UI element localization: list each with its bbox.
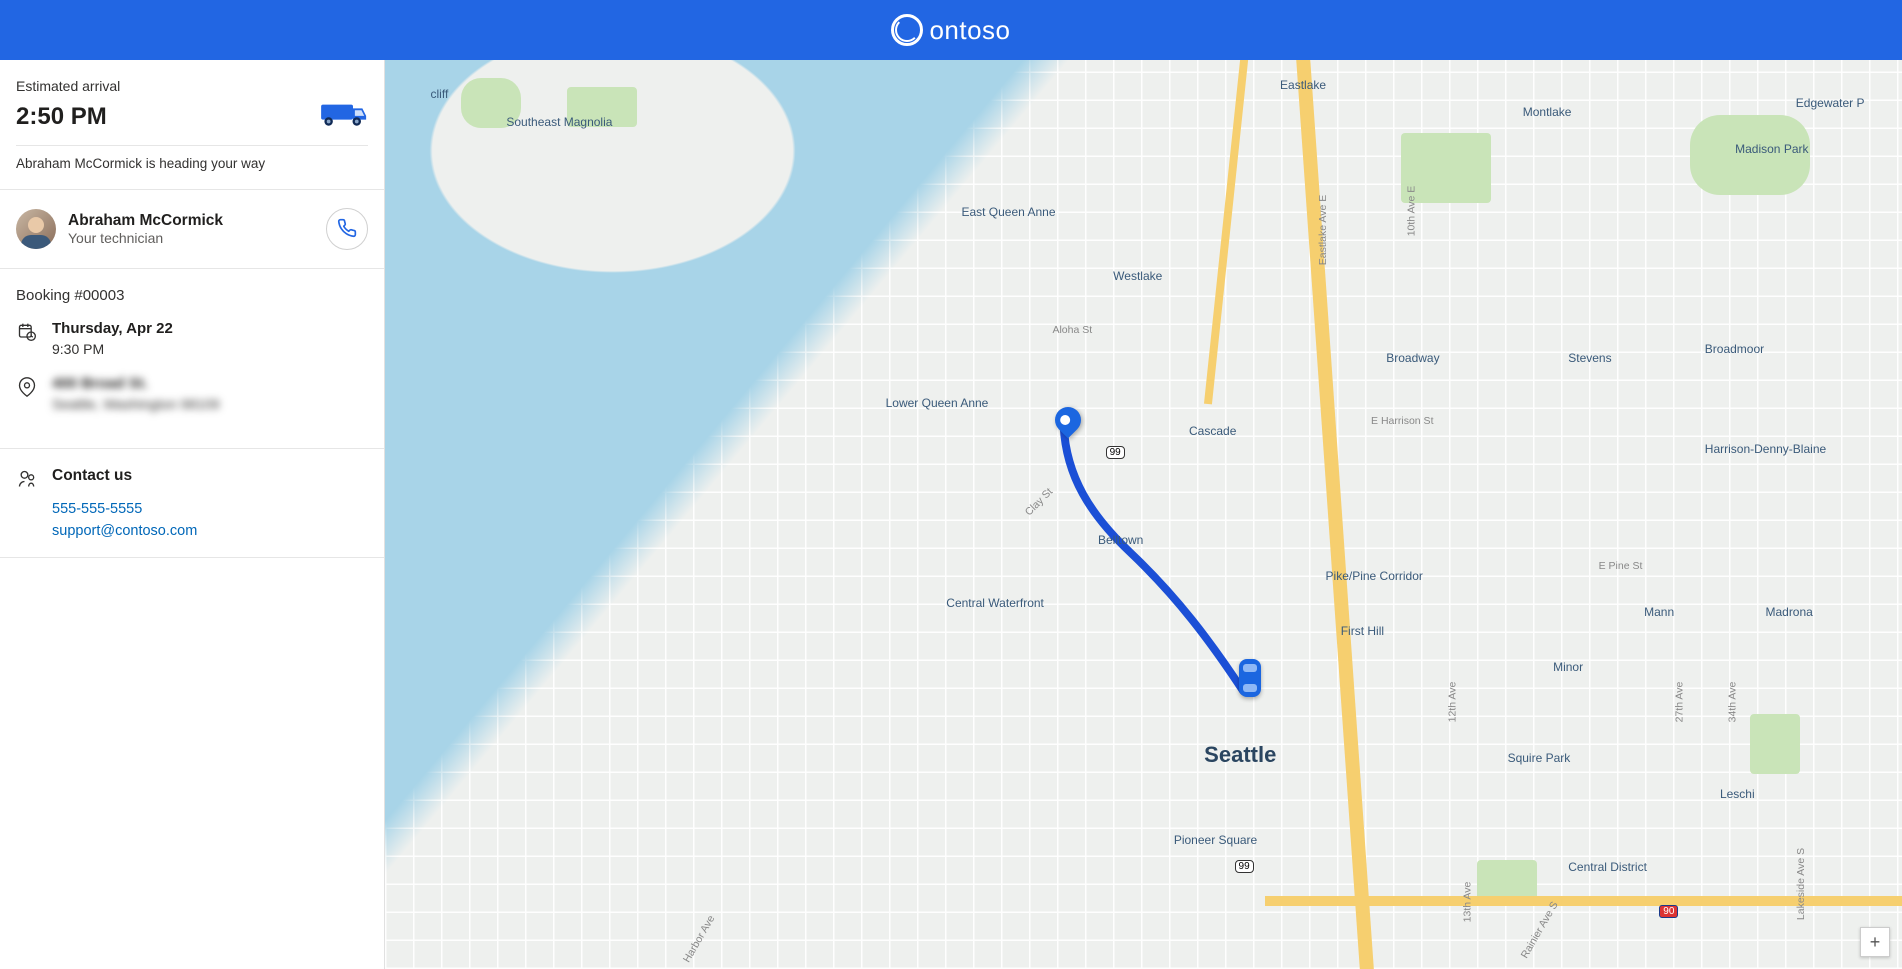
phone-icon bbox=[337, 218, 357, 241]
map-label: Harrison-Denny-Blaine bbox=[1705, 442, 1826, 456]
map-label: East Queen Anne bbox=[961, 205, 1055, 219]
contact-email-link[interactable]: support@contoso.com bbox=[52, 523, 368, 539]
map-label: Pike/Pine Corridor bbox=[1326, 569, 1423, 583]
map-label: Central District bbox=[1568, 860, 1647, 874]
map-label-city: Seattle bbox=[1204, 742, 1276, 768]
map-label: 27th Ave bbox=[1674, 682, 1686, 723]
heading-message: Abraham McCormick is heading your way bbox=[16, 156, 368, 171]
details-sidebar: Estimated arrival 2:50 PM Abraham McCorm… bbox=[0, 60, 385, 969]
brand-name: ontoso bbox=[929, 15, 1010, 46]
vehicle-marker-icon bbox=[1239, 659, 1261, 697]
booking-time: 9:30 PM bbox=[52, 341, 173, 357]
plus-icon: + bbox=[1870, 932, 1881, 953]
technician-role: Your technician bbox=[68, 230, 314, 246]
tracking-map[interactable]: cliff Southeast Magnolia Eastlake Montla… bbox=[385, 60, 1902, 969]
interstate-shield-icon: 90 bbox=[1659, 905, 1678, 918]
map-label: 13th Ave bbox=[1461, 882, 1473, 923]
booking-address-line1: 400 Broad St. bbox=[52, 375, 220, 392]
booking-datetime-row: Thursday, Apr 22 9:30 PM bbox=[16, 320, 368, 357]
booking-address-row: 400 Broad St. Seattle, Washington 98109 bbox=[16, 375, 368, 412]
brand-logo: ontoso bbox=[891, 14, 1010, 46]
map-park bbox=[1750, 714, 1800, 774]
booking-address-line2: Seattle, Washington 98109 bbox=[52, 396, 220, 412]
app-header: ontoso bbox=[0, 0, 1902, 60]
map-label: cliff bbox=[431, 87, 449, 101]
map-label: Eastlake Ave E bbox=[1317, 194, 1329, 264]
delivery-van-icon bbox=[308, 98, 368, 135]
call-technician-button[interactable] bbox=[326, 208, 368, 250]
zoom-in-button[interactable]: + bbox=[1860, 927, 1890, 957]
map-label: Madrona bbox=[1765, 605, 1812, 619]
map-label: 10th Ave E bbox=[1406, 186, 1418, 237]
contact-heading: Contact us bbox=[52, 467, 132, 485]
map-label: Squire Park bbox=[1508, 751, 1571, 765]
map-label: Eastlake bbox=[1280, 78, 1326, 92]
technician-name: Abraham McCormick bbox=[68, 212, 314, 230]
booking-title: Booking #00003 bbox=[16, 287, 368, 304]
map-label: Broadmoor bbox=[1705, 342, 1764, 356]
map-park bbox=[1477, 860, 1537, 900]
location-pin-icon bbox=[16, 375, 38, 397]
eta-section: Estimated arrival 2:50 PM Abraham McCorm… bbox=[0, 60, 384, 190]
calendar-clock-icon bbox=[16, 320, 38, 342]
technician-section: Abraham McCormick Your technician bbox=[0, 190, 384, 269]
highway-shield-icon: 99 bbox=[1106, 446, 1125, 459]
map-label: Pioneer Square bbox=[1174, 833, 1257, 847]
highway-shield-icon: 99 bbox=[1235, 860, 1254, 873]
contact-section: Contact us 555-555-5555 support@contoso.… bbox=[0, 449, 384, 558]
map-label: Cascade bbox=[1189, 424, 1236, 438]
map-label: Belltown bbox=[1098, 533, 1143, 547]
logo-mark-icon bbox=[891, 14, 923, 46]
map-label: Madison Park bbox=[1735, 142, 1808, 156]
map-label: Westlake bbox=[1113, 269, 1162, 283]
technician-info: Abraham McCormick Your technician bbox=[68, 212, 314, 246]
map-label: Leschi bbox=[1720, 787, 1755, 801]
technician-avatar bbox=[16, 209, 56, 249]
map-label: Lower Queen Anne bbox=[886, 396, 989, 410]
main-layout: Estimated arrival 2:50 PM Abraham McCorm… bbox=[0, 60, 1902, 969]
contact-phone-link[interactable]: 555-555-5555 bbox=[52, 501, 368, 517]
map-label: Lakeside Ave S bbox=[1796, 848, 1808, 920]
map-label: Edgewater P bbox=[1796, 96, 1865, 110]
map-label: Broadway bbox=[1386, 351, 1439, 365]
map-label: Aloha St bbox=[1052, 324, 1092, 336]
map-label: Southeast Magnolia bbox=[506, 115, 612, 129]
headset-icon bbox=[16, 467, 38, 489]
map-label: E Harrison St bbox=[1371, 415, 1433, 427]
map-street-grid bbox=[385, 60, 1902, 969]
map-label: Stevens bbox=[1568, 351, 1611, 365]
map-label: Central Waterfront bbox=[946, 596, 1044, 610]
eta-time: 2:50 PM bbox=[16, 103, 107, 131]
map-label: Minor bbox=[1553, 660, 1583, 674]
eta-row: 2:50 PM bbox=[16, 98, 368, 146]
map-label: 12th Ave bbox=[1446, 682, 1458, 723]
map-label: 34th Ave bbox=[1727, 682, 1739, 723]
eta-label: Estimated arrival bbox=[16, 78, 368, 94]
map-label: E Pine St bbox=[1599, 560, 1643, 572]
booking-section: Booking #00003 Thursday, Apr 22 bbox=[0, 269, 384, 449]
map-label: Mann bbox=[1644, 605, 1674, 619]
map-label: First Hill bbox=[1341, 624, 1384, 638]
map-label: Montlake bbox=[1523, 105, 1572, 119]
booking-date: Thursday, Apr 22 bbox=[52, 320, 173, 337]
